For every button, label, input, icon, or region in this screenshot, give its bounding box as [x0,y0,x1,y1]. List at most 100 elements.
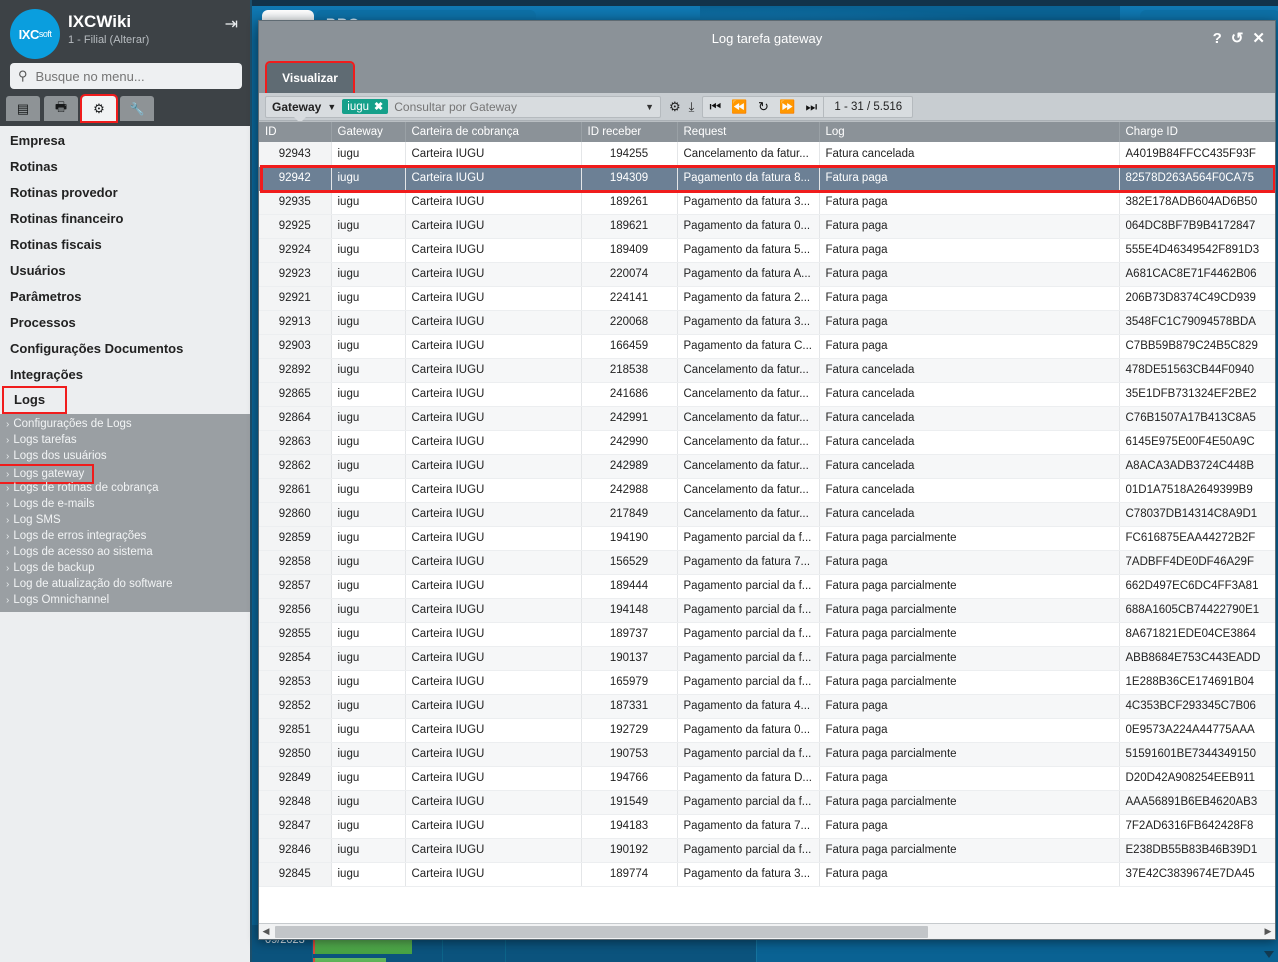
pager-refresh-button[interactable]: ↻ [751,97,775,117]
table-row[interactable]: 92850 iugu Carteira IUGU 190753 Pagamento pa… [259,742,1275,767]
table-row[interactable]: 92865 iugu Carteira IUGU 241686 Cancelamento… [259,382,1275,407]
table-cell: 92858 [259,550,332,575]
filter-dropdown-icon[interactable]: ▼ [645,102,654,112]
scroll-left-arrow[interactable]: ◀ [259,926,273,937]
sidebar-subitem-logs-tarefas[interactable]: › Logs tarefas [0,432,250,448]
sidebar-item-integracoes[interactable]: Integrações [0,362,250,388]
table-row[interactable]: 92852 iugu Carteira IUGU 187331 Pagamento da… [259,694,1275,719]
column-header-log[interactable]: Log [819,122,1120,142]
column-header-gateway[interactable]: Gateway [331,122,406,142]
chevron-down-icon[interactable]: ▼ [327,102,336,112]
table-row[interactable]: 92860 iugu Carteira IUGU 217849 Cancelamento… [259,502,1275,527]
sidebar-subitem-logs-de-rotinas-de-cobranca[interactable]: › Logs de rotinas de cobrança [0,480,250,496]
table-row[interactable]: 92924 iugu Carteira IUGU 189409 Pagamento da… [259,238,1275,263]
pager-next-button[interactable]: ⏩ [775,97,799,117]
sidebar-item-parametros[interactable]: Parâmetros [0,284,250,310]
filter-chip-iugu[interactable]: iugu ✖ [342,99,389,114]
gears-icon[interactable]: ⚙ [80,94,118,123]
table-row[interactable]: 92846 iugu Carteira IUGU 190192 Pagamento pa… [259,838,1275,863]
filter-search-input[interactable] [394,99,640,114]
table-row[interactable]: 92859 iugu Carteira IUGU 194190 Pagamento pa… [259,526,1275,551]
pager-record-count: 1 - 31 / 5.516 [823,96,912,117]
printer-icon[interactable]: 🖶 [44,96,78,121]
sidebar-subitem-logs-dos-usuarios[interactable]: › Logs dos usuários [0,448,250,464]
sidebar-item-processos[interactable]: Processos [0,310,250,336]
sidebar-subitem-logs-de-acesso-ao-sistema[interactable]: › Logs de acesso ao sistema [0,544,250,560]
branch-selector[interactable]: 1 - Filial (Alterar) [68,34,149,46]
sidebar-item-rotinas[interactable]: Rotinas [0,154,250,180]
table-row[interactable]: 92923 iugu Carteira IUGU 220074 Pagamento da… [259,262,1275,287]
sidebar-subitem-configuracoes-de-logs[interactable]: › Configurações de Logs [0,416,250,432]
table-row[interactable]: 92925 iugu Carteira IUGU 189621 Pagamento da… [259,214,1275,239]
table-row[interactable]: 92845 iugu Carteira IUGU 189774 Pagamento da… [259,862,1275,887]
column-header-id-receber[interactable]: ID receber [581,122,678,142]
table-row[interactable]: 92857 iugu Carteira IUGU 189444 Pagamento pa… [259,574,1275,599]
table-cell: Carteira IUGU [405,598,582,623]
filter-field-label[interactable]: Gateway [272,100,321,114]
table-cell: Fatura paga [819,718,1120,743]
table-row[interactable]: 92935 iugu Carteira IUGU 189261 Pagamento da… [259,190,1275,215]
table-row[interactable]: 92903 iugu Carteira IUGU 166459 Pagamento da… [259,334,1275,359]
table-cell: Fatura cancelada [819,454,1120,479]
list-icon[interactable]: ▤ [6,96,40,121]
scroll-right-arrow[interactable]: ▶ [1261,926,1275,937]
table-row[interactable]: 92913 iugu Carteira IUGU 220068 Pagamento da… [259,310,1275,335]
sidebar-item-logs[interactable]: Logs [1,386,68,414]
table-row[interactable]: 92848 iugu Carteira IUGU 191549 Pagamento pa… [259,790,1275,815]
pager-last-button[interactable]: ⏭ [799,97,823,117]
column-header-charge-id[interactable]: Charge ID [1119,122,1275,142]
filter-chip-remove-icon[interactable]: ✖ [374,100,383,113]
pager-prev-button[interactable]: ⏪ [727,97,751,117]
table-row[interactable]: 92892 iugu Carteira IUGU 218538 Cancelamento… [259,358,1275,383]
table-row[interactable]: 92851 iugu Carteira IUGU 192729 Pagamento da… [259,718,1275,743]
search-box[interactable]: ⚲ [10,63,242,89]
sidebar-subitem-logs-de-emails[interactable]: › Logs de e-mails [0,496,250,512]
search-input[interactable] [35,68,234,84]
table-row[interactable]: 92854 iugu Carteira IUGU 190137 Pagamento pa… [259,646,1275,671]
table-cell: Carteira IUGU [405,550,582,575]
table-row[interactable]: 92862 iugu Carteira IUGU 242989 Cancelamento… [259,454,1275,479]
export-download-icon[interactable]: ⤓ [689,99,695,115]
sidebar-subitem-logs-de-backup[interactable]: › Logs de backup [0,560,250,576]
scroll-thumb[interactable] [275,925,928,938]
horizontal-scrollbar[interactable]: ◀ ▶ [259,923,1275,939]
sidebar-item-configuracoes-documentos[interactable]: Configurações Documentos [0,336,250,362]
table-row[interactable]: 92858 iugu Carteira IUGU 156529 Pagamento da… [259,550,1275,575]
background-scroll-down-arrow[interactable] [1264,951,1274,958]
logout-icon[interactable]: ⇥ [225,14,238,34]
sidebar-item-rotinas-fiscais[interactable]: Rotinas fiscais [0,232,250,258]
sidebar-item-usuarios[interactable]: Usuários [0,258,250,284]
tab-visualizar[interactable]: Visualizar [265,61,355,95]
table-row[interactable]: 92861 iugu Carteira IUGU 242988 Cancelamento… [259,478,1275,503]
sidebar-item-rotinas-provedor[interactable]: Rotinas provedor [0,180,250,206]
sidebar-subitem-logs-de-erros-integracoes[interactable]: › Logs de erros integrações [0,528,250,544]
table-cell: Carteira IUGU [405,430,582,455]
column-header-carteira[interactable]: Carteira de cobrança [405,122,582,142]
help-icon[interactable]: ? [1213,31,1222,46]
sidebar-item-rotinas-financeiro[interactable]: Rotinas financeiro [0,206,250,232]
table-row[interactable]: 92855 iugu Carteira IUGU 189737 Pagamento pa… [259,622,1275,647]
close-icon[interactable]: ✕ [1252,31,1265,46]
table-row[interactable]: 92863 iugu Carteira IUGU 242990 Cancelamento… [259,430,1275,455]
table-cell: Fatura cancelada [819,142,1120,167]
table-row[interactable]: 92943 iugu Carteira IUGU 194255 Cancelamento… [259,142,1275,167]
pager-first-button[interactable]: ⏮ [703,97,727,117]
history-icon[interactable]: ↺ [1231,31,1244,46]
sidebar-subitem-log-sms[interactable]: › Log SMS [0,512,250,528]
table-row[interactable]: 92864 iugu Carteira IUGU 242991 Cancelamento… [259,406,1275,431]
filter-box[interactable]: Gateway ▼ iugu ✖ ▼ [265,95,661,123]
sidebar-item-empresa[interactable]: Empresa [0,128,250,154]
table-row[interactable]: 92853 iugu Carteira IUGU 165979 Pagamento pa… [259,670,1275,695]
wrench-icon[interactable]: 🔧 [120,96,154,121]
scroll-track[interactable] [273,925,1261,938]
gear-settings-icon[interactable]: ⚙ [669,99,681,115]
sidebar-subitem-logs-omnichannel[interactable]: › Logs Omnichannel [0,592,250,608]
column-header-request[interactable]: Request [677,122,820,142]
table-row[interactable]: 92856 iugu Carteira IUGU 194148 Pagamento pa… [259,598,1275,623]
table-row[interactable]: 92942 iugu Carteira IUGU 194309 Pagamento da… [259,166,1275,191]
column-header-id[interactable]: ID [259,122,332,142]
table-row[interactable]: 92921 iugu Carteira IUGU 224141 Pagamento da… [259,286,1275,311]
table-row[interactable]: 92849 iugu Carteira IUGU 194766 Pagamento da… [259,766,1275,791]
table-row[interactable]: 92847 iugu Carteira IUGU 194183 Pagamento da… [259,814,1275,839]
sidebar-subitem-log-de-atualizacao-do-software[interactable]: › Log de atualização do software [0,576,250,592]
